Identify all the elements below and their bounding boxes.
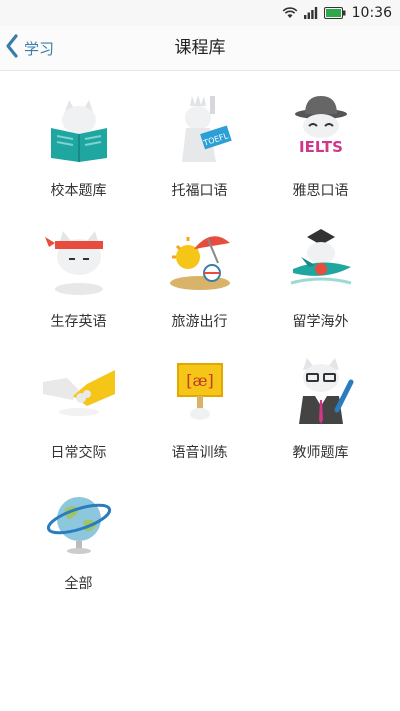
battery-icon (323, 4, 346, 23)
course-item-study-abroad[interactable]: 留学海外 (260, 217, 381, 348)
phonetic-sign-icon: [æ] (164, 354, 236, 426)
wifi-icon (282, 4, 298, 23)
course-label: 语音训练 (171, 445, 228, 461)
course-item-pronunciation[interactable]: [æ] 语音训练 (139, 348, 260, 479)
course-item-travel[interactable]: 旅游出行 (139, 217, 260, 348)
status-icons: 10:36 (282, 3, 392, 23)
bowler-hat-ielts-icon: IELTS (285, 92, 357, 164)
back-button[interactable]: 学习 (4, 32, 54, 64)
course-label: 雅思口语 (292, 183, 349, 199)
course-item-all[interactable]: 全部 (18, 479, 139, 610)
graduation-airplane-icon (285, 223, 357, 295)
course-label: 留学海外 (292, 314, 349, 330)
book-cat-icon (43, 92, 115, 164)
course-label: 托福口语 (171, 183, 228, 199)
status-time: 10:36 (351, 5, 392, 21)
course-grid: 校本题库 TOEFL 托福口语 IELTS 雅思口语 生存英语 旅游出行 留学海… (18, 86, 382, 610)
course-label: 日常交际 (50, 445, 107, 461)
course-item-daily-communication[interactable]: 日常交际 (18, 348, 139, 479)
signal-icon (303, 4, 318, 23)
svg-text:IELTS: IELTS (299, 138, 343, 156)
course-label: 教师题库 (292, 445, 349, 461)
course-label: 生存英语 (50, 314, 107, 330)
course-item-toefl[interactable]: TOEFL 托福口语 (139, 86, 260, 217)
course-label: 全部 (64, 576, 93, 592)
course-label: 校本题库 (50, 183, 107, 199)
handshake-icon (42, 354, 115, 426)
status-bar: 10:36 (0, 0, 400, 26)
chevron-left-icon (4, 33, 20, 63)
teacher-cat-icon (285, 354, 357, 426)
statue-of-liberty-toefl-icon: TOEFL (164, 92, 236, 164)
globe-icon (43, 485, 115, 557)
page-title: 课程库 (174, 38, 226, 58)
course-item-ielts[interactable]: IELTS 雅思口语 (260, 86, 381, 217)
svg-text:[æ]: [æ] (186, 371, 214, 390)
course-item-survival-english[interactable]: 生存英语 (18, 217, 139, 348)
headband-cat-icon (43, 223, 115, 295)
course-item-teacher-bank[interactable]: 教师题库 (260, 348, 381, 479)
app-bar: 课程库 学习 (0, 26, 400, 71)
course-label: 旅游出行 (171, 314, 228, 330)
beach-umbrella-icon (164, 223, 236, 295)
back-label: 学习 (24, 39, 55, 58)
course-item-school-bank[interactable]: 校本题库 (18, 86, 139, 217)
